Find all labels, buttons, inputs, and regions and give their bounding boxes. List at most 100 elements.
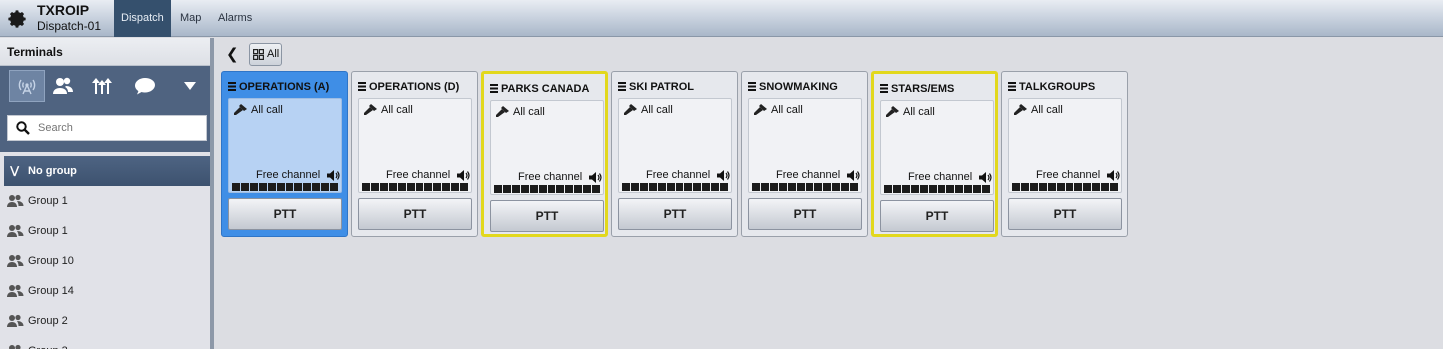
chat-bubble-icon[interactable] [127,70,163,102]
group-list-item[interactable]: Group 1 [4,186,210,216]
speaker-icon[interactable] [847,170,860,181]
speaker-icon[interactable] [1107,170,1120,181]
talkgroup-card[interactable]: TALKGROUPS All call Free channel PTT [1001,71,1128,237]
level-segment [240,183,249,191]
level-segment [787,183,796,191]
microphone-icon [624,104,637,115]
channel-panel: All call Free channel [748,98,862,193]
level-segment [442,183,451,191]
level-segment [648,183,657,191]
level-segment [1020,183,1029,191]
level-segment [249,183,258,191]
channel-status: Free channel [776,169,841,181]
microphone-icon [234,104,247,115]
level-segment [666,183,675,191]
talkgroup-card[interactable]: SKI PATROL All call Free channel PTT [611,71,738,237]
menu-icon[interactable] [228,82,236,91]
all-call-status: All call [1014,104,1063,116]
menu-icon[interactable] [358,82,366,91]
speaker-icon[interactable] [327,170,340,181]
menu-icon[interactable] [490,84,498,93]
channel-status: Free channel [646,169,711,181]
card-title-label: OPERATIONS (D) [369,81,460,93]
search-box [7,115,207,141]
audio-level-meter [752,183,859,191]
users-icon[interactable] [45,70,81,102]
group-list-item[interactable]: Group 14 [4,276,210,306]
menu-icon[interactable] [748,82,756,91]
card-title-label: TALKGROUPS [1019,81,1096,93]
ptt-button[interactable]: PTT [618,198,732,230]
menu-icon[interactable] [618,82,626,91]
audio-level-meter [362,183,469,191]
ptt-button[interactable]: PTT [228,198,342,230]
level-segment [814,183,823,191]
speaker-icon[interactable] [589,172,602,183]
level-segment [433,183,442,191]
level-segment [796,183,805,191]
menu-icon[interactable] [1008,82,1016,91]
level-segment [267,183,276,191]
level-segment [303,183,312,191]
level-segment [1092,183,1101,191]
level-segment [964,185,973,193]
level-segment [928,185,937,193]
back-chevron-icon[interactable]: ❮ [226,45,239,63]
level-segment [910,185,919,193]
search-input[interactable] [38,119,198,137]
audio-level-meter [494,185,601,193]
level-segment [684,183,693,191]
speaker-icon[interactable] [457,170,470,181]
caret-down-icon[interactable] [172,70,208,102]
talkgroup-card[interactable]: SNOWMAKING All call Free channel PTT [741,71,868,237]
level-segment [946,185,955,193]
talkgroup-card[interactable]: OPERATIONS (D) All call Free channel PTT [351,71,478,237]
level-segment [805,183,814,191]
all-filter-button[interactable]: All [249,43,282,66]
level-segment [630,183,639,191]
level-segment [892,185,901,193]
level-segment [388,183,397,191]
level-segment [937,185,946,193]
radio-tower-icon[interactable] [9,70,45,102]
ptt-button[interactable]: PTT [490,200,604,232]
group-list-item[interactable]: Group 1 [4,216,210,246]
audio-level-meter [1012,183,1119,191]
tab-dispatch[interactable]: Dispatch [114,0,171,37]
speaker-icon[interactable] [717,170,730,181]
level-segment [232,183,240,191]
tab-alarms[interactable]: Alarms [211,0,259,37]
tab-map[interactable]: Map [173,0,208,37]
speaker-icon[interactable] [979,172,992,183]
group-list-item[interactable]: Group 10 [4,246,210,276]
talkgroup-card[interactable]: OPERATIONS (A) All call Free channel PTT [221,71,348,237]
talkgroup-card[interactable]: PARKS CANADA All call Free channel PTT [481,71,608,237]
ptt-button[interactable]: PTT [880,200,994,232]
level-segment [760,183,769,191]
group-list-item[interactable]: Group 3 [4,336,210,349]
group-icon [7,194,24,207]
sidebar-toolbar [0,66,210,152]
level-segment [1074,183,1083,191]
group-list-item[interactable]: Group 2 [4,306,210,336]
level-segment [657,183,666,191]
level-segment [502,185,511,193]
ptt-button[interactable]: PTT [358,198,472,230]
group-header-no-group[interactable]: ⋁ No group [4,156,210,186]
all-filter-label: All [267,48,280,60]
group-list-item-label: Group 10 [28,255,74,267]
app-title: TXROIP [37,2,90,18]
channel-panel: All call Free channel [490,100,604,195]
menu-icon[interactable] [880,84,888,93]
arrows-split-icon[interactable] [84,70,120,102]
all-call-status: All call [496,106,545,118]
level-segment [538,185,547,193]
ptt-button[interactable]: PTT [748,198,862,230]
channel-panel: All call Free channel [1008,98,1122,193]
level-segment [769,183,778,191]
ptt-button[interactable]: PTT [1008,198,1122,230]
talkgroup-card[interactable]: STARS/EMS All call Free channel PTT [871,71,998,237]
gear-icon[interactable] [6,8,28,30]
group-icon [9,344,21,349]
level-segment [982,185,991,193]
